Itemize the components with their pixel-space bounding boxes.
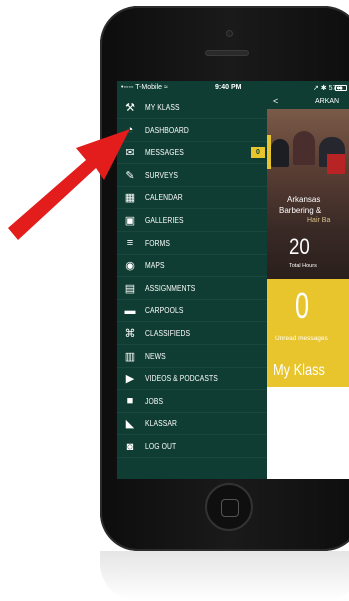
menu-item-label: CALENDAR	[145, 193, 183, 203]
earpiece-speaker	[205, 50, 249, 56]
photo-person	[327, 154, 345, 174]
content-topbar: < ARKAN	[267, 95, 349, 109]
photo-person	[271, 139, 289, 167]
photo-caption: Barbering &	[279, 206, 322, 215]
menu-item-label: FORMS	[145, 238, 170, 248]
photo-album-icon: ▣	[124, 215, 136, 227]
chat-bubbles-icon: ✉	[125, 147, 135, 160]
back-chevron-icon[interactable]: <	[273, 96, 278, 106]
menu-item-klassar[interactable]: ◣ KLASSAR	[117, 413, 267, 436]
menu-item-label: VIDEOS & PODCASTS	[145, 374, 218, 384]
content-panel: < ARKAN Arkansas Barbering & Hair Ba 20 …	[267, 95, 349, 479]
classifieds-icon: ⌘	[124, 328, 136, 340]
photo-caption: Hair Ba	[307, 217, 331, 224]
menu-item-assignments[interactable]: ▤ ASSIGNMENTS	[117, 278, 267, 300]
menu-item-news[interactable]: ▥ NEWS	[117, 346, 267, 368]
menu-item-label: SURVEYS	[145, 170, 178, 180]
layers-icon: ≡	[126, 237, 134, 250]
speedometer-icon: ◔	[126, 124, 134, 137]
unread-messages-tile[interactable]: 0 Unread messages	[267, 279, 349, 357]
menu-item-forms[interactable]: ≡ FORMS	[117, 233, 267, 255]
newspaper-icon: ▥	[124, 350, 136, 363]
photo-person	[293, 131, 315, 165]
menu-item-label: MAPS	[145, 261, 165, 271]
menu-item-label: KLASSAR	[145, 419, 177, 429]
tools-icon: ⚒	[125, 102, 135, 114]
unread-label: Unread messages	[275, 335, 328, 342]
menu-item-galleries[interactable]: ▣ GALLERIES	[117, 210, 267, 232]
menu-item-messages[interactable]: ✉ MESSAGES 0	[117, 142, 267, 165]
menu-item-classifieds[interactable]: ⌘ CLASSIFIEDS	[117, 323, 267, 345]
menu-item-label: JOBS	[145, 396, 164, 406]
clock: 9:40 PM	[215, 84, 242, 91]
menu-item-label: GALLERIES	[145, 216, 184, 225]
calendar-icon: ▦	[124, 192, 136, 205]
menu-item-videos-podcasts[interactable]: ▶ VIDEOS & PODCASTS	[117, 368, 267, 391]
menu-item-log-out[interactable]: ◙ LOG OUT	[117, 436, 267, 458]
menu-item-label: DASHBOARD	[145, 125, 189, 135]
myklass-tile-label: My Klass	[273, 362, 325, 379]
menu-item-label: CARPOOLS	[145, 306, 184, 316]
car-icon: ▬	[124, 304, 136, 317]
carrier-label: •◦◦◦◦ T-Mobile ≈	[121, 84, 168, 91]
lock-icon: ◙	[126, 440, 134, 453]
menu-item-maps[interactable]: ◉ MAPS	[117, 255, 267, 278]
page-title: ARKAN	[315, 98, 340, 105]
menu-item-jobs[interactable]: ■ JOBS	[117, 391, 267, 413]
play-circle-icon: ▶	[125, 373, 135, 386]
menu-item-dashboard[interactable]: ◔ DASHBOARD	[117, 120, 267, 142]
total-hours-label: Total Hours	[289, 263, 317, 269]
pencil-icon: ✎	[125, 169, 135, 182]
menu-item-surveys[interactable]: ✎ SURVEYS	[117, 165, 267, 187]
menu-item-label: MESSAGES	[145, 148, 184, 158]
document-icon: ▤	[124, 282, 136, 295]
menu-item-calendar[interactable]: ▦ CALENDAR	[117, 187, 267, 210]
battery-icon	[335, 85, 347, 91]
briefcase-icon: ■	[126, 395, 134, 408]
unread-count: 0	[295, 285, 310, 326]
phone-screen: •◦◦◦◦ T-Mobile ≈ 9:40 PM ↗ ✱ 57% ⚒ MY KLA…	[117, 81, 349, 479]
menu-item-label: LOG OUT	[145, 442, 177, 451]
photo-caption: Arkansas	[287, 195, 321, 204]
messages-badge: 0	[251, 147, 265, 159]
map-pin-icon: ◉	[125, 260, 135, 273]
menu-item-label: NEWS	[145, 351, 166, 361]
menu-item-carpools[interactable]: ▬ CARPOOLS	[117, 300, 267, 323]
status-bar: •◦◦◦◦ T-Mobile ≈ 9:40 PM ↗ ✱ 57%	[117, 81, 349, 95]
menu-item-label: MY KLASS	[145, 103, 180, 112]
total-hours-value: 20	[289, 234, 310, 259]
photo-tile[interactable]: Arkansas Barbering & Hair Ba 20 Total Ho…	[267, 109, 349, 279]
klassar-icon: ◣	[125, 418, 135, 431]
myklass-tile[interactable]: My Klass	[267, 357, 349, 387]
menu-item-label: ASSIGNMENTS	[145, 283, 196, 293]
phone-reflection	[100, 551, 349, 601]
menu-item-my-klass[interactable]: ⚒ MY KLASS	[117, 97, 267, 119]
menu-item-label: CLASSIFIEDS	[145, 329, 191, 338]
side-menu: ⚒ MY KLASS ◔ DASHBOARD ✉ MESSAGES 0 ✎ SURVEYS ▦ CA…	[117, 95, 267, 479]
front-camera	[226, 30, 233, 37]
home-button[interactable]	[205, 483, 253, 531]
